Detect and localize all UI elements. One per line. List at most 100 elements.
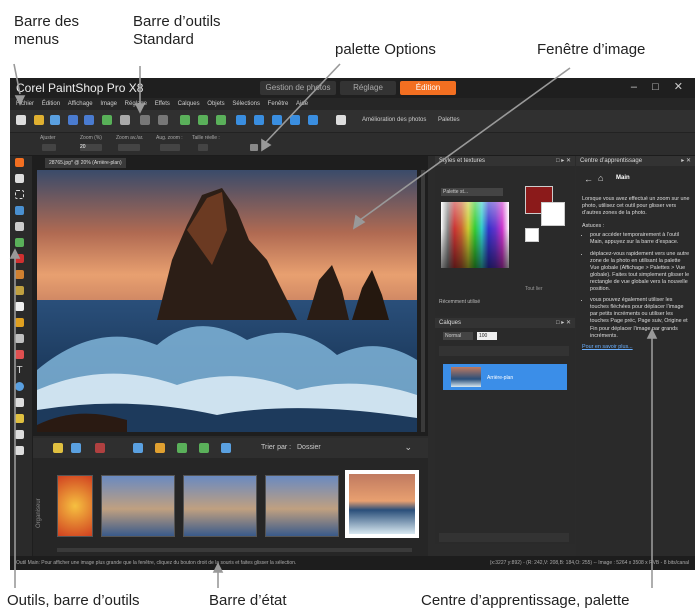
opacity-field[interactable]: 100 <box>477 332 497 340</box>
tab-edit[interactable]: Édition <box>400 81 456 95</box>
thumbnail-2[interactable] <box>101 475 175 537</box>
zoom-out-icon[interactable] <box>290 115 300 125</box>
fit-button[interactable] <box>42 144 56 151</box>
undo-icon[interactable] <box>140 115 150 125</box>
menu-objects[interactable]: Objets <box>207 98 224 110</box>
warp-brush-icon[interactable] <box>15 414 24 423</box>
learning-header-controls-icon[interactable]: ▸ ✕ <box>681 157 691 164</box>
thumbnail-5-selected[interactable] <box>345 470 419 538</box>
layer-name: Arrière-plan <box>487 375 514 381</box>
redo-icon[interactable] <box>158 115 168 125</box>
share-icon[interactable] <box>102 115 112 125</box>
organizer-share-icon[interactable] <box>155 443 165 453</box>
organizer-toolbar: Trier par : Dossier ⌄ <box>33 438 428 458</box>
more-zoom-buttons[interactable] <box>160 144 180 151</box>
image-tab[interactable]: 28765.jpg* @ 20% (Arrière-plan) <box>45 158 126 168</box>
thumbnail-4[interactable] <box>265 475 339 537</box>
dodge-tool-icon[interactable] <box>15 334 24 343</box>
options-extra-button[interactable] <box>250 144 258 151</box>
image-vertical-scrollbar[interactable] <box>421 170 425 432</box>
zoom-in-icon[interactable] <box>272 115 282 125</box>
pen-tool-icon[interactable] <box>15 398 24 407</box>
open-icon[interactable] <box>34 115 44 125</box>
selection-tool-icon[interactable] <box>15 190 24 199</box>
clone-tool-icon[interactable] <box>15 286 24 295</box>
blend-mode-dropdown[interactable]: Normal <box>443 332 473 340</box>
zoom-field[interactable]: 20 <box>80 144 102 151</box>
print-icon[interactable] <box>120 115 130 125</box>
menu-view[interactable]: Affichage <box>68 98 93 110</box>
makeover-tool-icon[interactable] <box>15 270 24 279</box>
organizer-map-icon[interactable] <box>221 443 231 453</box>
zoom-inout-buttons[interactable] <box>118 144 140 151</box>
browse-icon[interactable] <box>50 115 60 125</box>
actual-size-button[interactable] <box>198 144 208 151</box>
rotate-left-icon[interactable] <box>198 115 208 125</box>
image-canvas[interactable] <box>37 170 417 432</box>
crop-tool-icon[interactable] <box>15 222 24 231</box>
save-icon[interactable] <box>68 115 78 125</box>
zoom-icon[interactable] <box>308 115 318 125</box>
fill-tool-icon[interactable] <box>15 430 24 439</box>
crop-icon[interactable] <box>180 115 190 125</box>
tip-1: pour accéder temporairement à l’outil Ma… <box>590 232 690 246</box>
palettes-menu[interactable]: Palettes <box>438 117 460 123</box>
pick-tool-icon[interactable] <box>15 174 24 183</box>
rotate-right-icon[interactable] <box>216 115 226 125</box>
tip-2: déplacez-vous rapidement vers une autre … <box>590 251 690 294</box>
new-icon[interactable] <box>16 115 26 125</box>
red-eye-tool-icon[interactable] <box>15 254 24 263</box>
fit-icon[interactable] <box>236 115 246 125</box>
picture-tube-icon[interactable] <box>15 446 24 455</box>
materials-header-controls-icon[interactable]: □ ▸ ✕ <box>556 157 571 164</box>
dropper-tool-icon[interactable] <box>15 206 24 215</box>
transparent-swatch[interactable] <box>525 228 539 242</box>
save-as-icon[interactable] <box>84 115 94 125</box>
paint-brush-icon[interactable] <box>15 318 24 327</box>
text-tool-icon[interactable]: T <box>15 366 24 376</box>
organizer-expand-icon[interactable]: ⌄ <box>404 442 412 453</box>
tab-photo-management[interactable]: Gestion de photos <box>260 81 336 95</box>
materials-dropdown[interactable]: Palette st... <box>441 188 503 196</box>
thumbnail-1[interactable] <box>57 475 93 537</box>
organizer-collapse-icon[interactable] <box>53 443 63 453</box>
organizer-user-icon[interactable] <box>133 443 143 453</box>
materials-header: Styles et textures <box>435 156 575 166</box>
back-arrow-icon[interactable]: ← <box>584 174 593 184</box>
layers-header-controls-icon[interactable]: □ ▸ ✕ <box>556 319 571 326</box>
tab-adjust[interactable]: Réglage <box>340 81 396 95</box>
menu-help[interactable]: Aide <box>296 98 308 110</box>
organizer-folder-icon[interactable] <box>71 443 81 453</box>
secondary-color-swatch[interactable] <box>541 202 565 226</box>
home-icon[interactable]: ⌂ <box>598 173 603 183</box>
swatch-shade-overlay <box>441 202 509 268</box>
preset-shape-icon[interactable] <box>15 382 24 391</box>
window-controls-icon[interactable]: – □ ✕ <box>631 80 689 93</box>
sort-dropdown[interactable]: Dossier <box>297 444 321 451</box>
menu-edit[interactable]: Édition <box>42 98 60 110</box>
app-title: Corel PaintShop Pro X8 <box>16 81 144 95</box>
photo-enhance-icon[interactable] <box>336 115 346 125</box>
learning-tips-list: pour accéder temporairement à l’outil Ma… <box>582 232 690 339</box>
organizer-edit-icon[interactable] <box>95 443 105 453</box>
eraser-tool-icon[interactable] <box>15 350 24 359</box>
menu-image[interactable]: Image <box>100 98 117 110</box>
menu-file[interactable]: Fichier <box>16 98 34 110</box>
menu-effects[interactable]: Effets <box>155 98 170 110</box>
learn-more-link[interactable]: Pour en savoir plus... <box>582 344 690 351</box>
scratch-remover-icon[interactable] <box>15 302 24 311</box>
organizer-batch-icon[interactable] <box>199 443 209 453</box>
pan-tool-icon[interactable] <box>15 158 24 167</box>
menu-adjust[interactable]: Réglage <box>125 98 147 110</box>
thumbnail-3[interactable] <box>183 475 257 537</box>
menu-layers[interactable]: Calques <box>178 98 200 110</box>
full-screen-icon[interactable] <box>254 115 264 125</box>
straighten-tool-icon[interactable] <box>15 238 24 247</box>
organizer-scrollbar[interactable] <box>57 548 412 552</box>
image-window: 28765.jpg* @ 20% (Arrière-plan) <box>33 156 428 436</box>
organizer-rotate-icon[interactable] <box>177 443 187 453</box>
menu-selections[interactable]: Sélections <box>232 98 260 110</box>
callout-status-bar: Barre d’état <box>209 592 287 609</box>
menu-window[interactable]: Fenêtre <box>268 98 289 110</box>
photo-enhance-menu[interactable]: Amélioration des photos <box>362 117 426 123</box>
